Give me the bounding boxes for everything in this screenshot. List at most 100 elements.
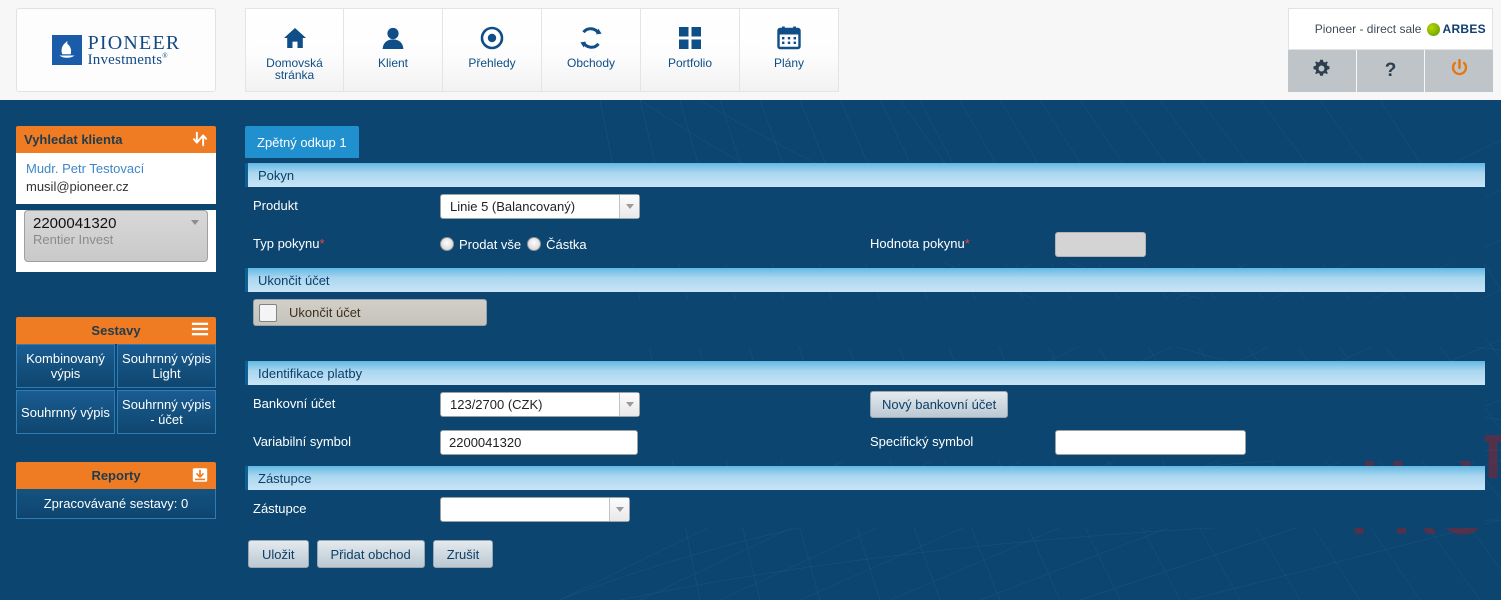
calendar-icon bbox=[777, 23, 801, 53]
sestava-souhrnny-vypis[interactable]: Souhrnný výpis bbox=[16, 390, 115, 434]
form-footer-buttons: Uložit Přidat obchod Zrušit bbox=[245, 540, 1485, 568]
reporty-status: Zpracovávané sestavy: 0 bbox=[16, 489, 216, 519]
home-icon bbox=[282, 23, 308, 53]
sestava-kombinovany-vypis[interactable]: Kombinovaný výpis bbox=[16, 344, 115, 388]
variabilni-symbol-input[interactable] bbox=[440, 429, 638, 455]
section-body-ukoncit-ucet: Ukončit účet bbox=[245, 299, 1485, 347]
main-form: Zpětný odkup 1 Pokyn Produkt Linie 5 (Ba… bbox=[245, 126, 1485, 568]
gear-icon bbox=[1312, 59, 1331, 83]
typ-pokynu-radio-group: Prodat vše Částka bbox=[440, 237, 870, 252]
section-header-ukoncit-ucet: Ukončit účet bbox=[245, 268, 1485, 292]
nav-tab-portfolio[interactable]: Portfolio bbox=[641, 8, 740, 92]
form-row-zastupce: Zástupce bbox=[245, 490, 1485, 528]
chevron-down-icon bbox=[609, 497, 629, 521]
logo-word-primary: PIONEER bbox=[87, 31, 181, 54]
hamburger-icon[interactable] bbox=[191, 321, 209, 340]
ukoncit-ucet-checkbox-control[interactable]: Ukončit účet bbox=[253, 299, 487, 326]
section-header-pokyn: Pokyn bbox=[245, 163, 1485, 187]
novy-bankovni-ucet-button[interactable]: Nový bankovní účet bbox=[870, 390, 1009, 418]
radio-button-icon bbox=[527, 237, 542, 251]
nav-tab-prehledy[interactable]: Přehledy bbox=[443, 8, 542, 92]
chevron-down-icon bbox=[191, 220, 199, 225]
radio-castka[interactable]: Částka bbox=[527, 236, 587, 252]
account-selector[interactable]: 2200041320 Rentier Invest bbox=[24, 210, 208, 262]
logout-button[interactable] bbox=[1425, 50, 1494, 92]
user-panel: Pioneer - direct sale ARBES ? bbox=[1288, 8, 1494, 92]
arbes-leaf-icon bbox=[1427, 22, 1441, 36]
inbox-download-icon[interactable] bbox=[191, 466, 209, 487]
sestava-souhrnny-vypis-light[interactable]: Souhrnný výpis Light bbox=[117, 344, 216, 388]
sestavy-header: Sestavy bbox=[16, 317, 216, 344]
client-card: Mudr. Petr Testovací musil@pioneer.cz bbox=[16, 153, 216, 204]
power-icon bbox=[1450, 58, 1469, 83]
label-specificky-symbol: Specifický symbol bbox=[870, 434, 974, 449]
produkt-select[interactable]: Linie 5 (Balancovaný) bbox=[440, 193, 640, 219]
client-search-header: Vyhledat klienta bbox=[16, 126, 216, 153]
section-body-zastupce: Zástupce bbox=[245, 490, 1485, 528]
label-zastupce: Zástupce bbox=[253, 501, 307, 516]
client-search-panel: Vyhledat klienta Mudr. Petr Testovací mu… bbox=[16, 126, 216, 272]
client-email: musil@pioneer.cz bbox=[26, 179, 129, 194]
specificky-symbol-input[interactable] bbox=[1055, 429, 1246, 455]
hodnota-pokynu-input[interactable] bbox=[1055, 231, 1146, 257]
radio-prodat-vse[interactable]: Prodat vše bbox=[440, 237, 521, 252]
sidebar: Vyhledat klienta Mudr. Petr Testovací mu… bbox=[16, 126, 216, 529]
chevron-down-icon bbox=[619, 392, 639, 416]
user-action-buttons: ? bbox=[1288, 50, 1494, 92]
bankovni-ucet-select[interactable]: 123/2700 (CZK) bbox=[440, 391, 640, 417]
logo-word-secondary: Investments® bbox=[87, 51, 168, 68]
pioneer-ship-icon bbox=[51, 35, 82, 65]
zastupce-select[interactable] bbox=[440, 496, 630, 522]
user-info-bar: Pioneer - direct sale ARBES bbox=[1288, 8, 1493, 50]
client-name[interactable]: Mudr. Petr Testovací bbox=[26, 161, 206, 176]
sestavy-panel: Sestavy Kombinovaný výpis Souhrnný výpis… bbox=[16, 317, 216, 434]
nav-tab-plany[interactable]: Plány bbox=[740, 8, 839, 92]
produkt-value: Linie 5 (Balancovaný) bbox=[450, 198, 576, 214]
question-mark-icon: ? bbox=[1384, 60, 1397, 81]
label-produkt: Produkt bbox=[253, 198, 298, 213]
ulozit-button[interactable]: Uložit bbox=[248, 540, 309, 568]
tab-zpetny-odkup-1[interactable]: Zpětný odkup 1 bbox=[245, 126, 359, 158]
form-row-typ-pokynu: Typ pokynu* Prodat vše Částka Hodnota po… bbox=[245, 225, 1485, 263]
reporty-title: Reporty bbox=[91, 468, 141, 483]
client-search-title: Vyhledat klienta bbox=[24, 132, 123, 147]
pioneer-logo: PIONEER Investments® bbox=[16, 8, 216, 92]
section-body-pokyn: Produkt Linie 5 (Balancovaný) Typ pokynu… bbox=[245, 187, 1485, 263]
radio-label: Částka bbox=[546, 236, 587, 252]
arbes-logo: ARBES bbox=[1427, 22, 1486, 36]
ukoncit-ucet-label: Ukončit účet bbox=[289, 305, 361, 320]
form-row-variabilni-symbol: Variabilní symbol Specifický symbol bbox=[245, 423, 1485, 461]
form-tabstrip: Zpětný odkup 1 bbox=[245, 126, 1485, 158]
user-icon bbox=[380, 23, 406, 53]
settings-button[interactable] bbox=[1288, 50, 1357, 92]
label-bankovni-ucet: Bankovní účet bbox=[253, 396, 336, 411]
sestavy-title: Sestavy bbox=[91, 323, 141, 338]
form-row-bankovni-ucet: Bankovní účet 123/2700 (CZK) Nový bankov… bbox=[245, 385, 1485, 423]
swap-arrows-icon[interactable] bbox=[191, 130, 209, 151]
reporty-panel: Reporty Zpracovávané sestavy: 0 bbox=[16, 462, 216, 519]
nav-tab-label: Portfolio bbox=[667, 56, 713, 70]
form-row-produkt: Produkt Linie 5 (Balancovaný) bbox=[245, 187, 1485, 225]
zrusit-button[interactable]: Zrušit bbox=[432, 540, 494, 568]
grid-icon bbox=[678, 23, 702, 53]
checkbox-icon[interactable] bbox=[259, 303, 277, 322]
radio-button-icon bbox=[440, 237, 454, 251]
nav-tab-obchody[interactable]: Obchody bbox=[542, 8, 641, 92]
page-body: TEST PRO Vyhledat klienta Mudr. Petr Tes… bbox=[0, 100, 1501, 600]
nav-tab-label: Domovská stránka bbox=[266, 56, 323, 82]
radio-label: Prodat vše bbox=[459, 236, 522, 252]
help-button[interactable]: ? bbox=[1356, 50, 1426, 92]
top-bar: PIONEER Investments® Domovská stránka Kl… bbox=[0, 0, 1501, 100]
nav-tab-klient[interactable]: Klient bbox=[344, 8, 443, 92]
nav-tab-label: Klient bbox=[377, 56, 409, 70]
section-header-identifikace-platby: Identifikace platby bbox=[245, 361, 1485, 385]
section-header-zastupce: Zástupce bbox=[245, 466, 1485, 490]
label-variabilni-symbol: Variabilní symbol bbox=[253, 434, 352, 449]
sestava-souhrnny-vypis-ucet[interactable]: Souhrnný výpis - účet bbox=[117, 390, 216, 434]
pridat-obchod-button[interactable]: Přidat obchod bbox=[316, 540, 425, 568]
nav-tab-label: Plány bbox=[773, 56, 805, 70]
arbes-wordmark: ARBES bbox=[1442, 22, 1486, 36]
nav-tab-domovska-stranka[interactable]: Domovská stránka bbox=[245, 8, 344, 92]
chevron-down-icon bbox=[619, 194, 639, 218]
account-number: 2200041320 bbox=[33, 215, 117, 232]
